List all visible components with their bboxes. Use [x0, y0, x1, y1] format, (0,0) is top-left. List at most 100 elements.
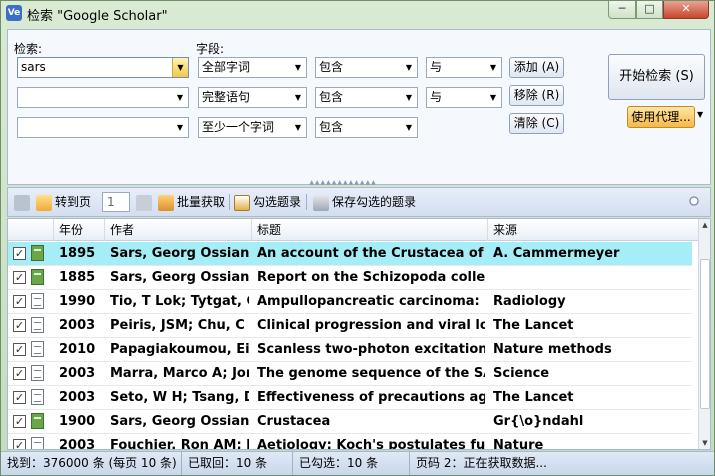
header-source[interactable]: 来源: [488, 219, 698, 241]
table-row[interactable]: ✓ 2003 Fouchier, Ron AM; K Aetiology: Koch'…: [8, 434, 692, 450]
row-checkbox[interactable]: ✓: [13, 271, 26, 284]
row-checkbox[interactable]: ✓: [13, 295, 26, 308]
search-term-input-3[interactable]: ▼: [17, 117, 189, 138]
header-author[interactable]: 作者: [105, 219, 252, 241]
document-icon: [31, 293, 44, 309]
splitter-grip[interactable]: ▲▲▲▲▲▲▲▲▲▲▲▲: [293, 180, 393, 186]
chevron-down-icon: ▼: [405, 123, 413, 132]
go-page-button[interactable]: [136, 188, 155, 216]
logic-select-2[interactable]: 与 ▼: [426, 87, 502, 108]
chevron-down-icon: ▼: [405, 93, 413, 102]
table-row[interactable]: ✓ 1885 Sars, Georg Ossian Report on the Sch…: [8, 266, 692, 290]
cell-author: Sars, Georg Ossian: [110, 270, 249, 285]
search-user-button[interactable]: [688, 188, 707, 216]
cell-source: A. Cammermeyer: [493, 246, 620, 261]
close-button[interactable]: ✕: [663, 1, 709, 19]
status-page: 页码 2：正在获取数据...: [416, 456, 547, 470]
minimize-button[interactable]: ─: [608, 1, 636, 19]
chevron-down-icon: ▼: [294, 63, 302, 72]
chevron-down-icon: ▼: [489, 93, 497, 102]
goto-page-button[interactable]: 转到页: [36, 188, 91, 216]
header-title[interactable]: 标题: [252, 219, 488, 241]
back-icon: [14, 194, 30, 211]
scroll-down-icon[interactable]: ▼: [699, 437, 710, 449]
cell-author: Marra, Marco A; Jor: [110, 366, 249, 381]
window-title: 检索 "Google Scholar": [27, 9, 168, 24]
operator-value: 包含: [319, 120, 344, 134]
table-row[interactable]: ✓ 1900 Sars, Georg Ossian Crustacea Gr{\o}nd…: [8, 410, 692, 434]
scroll-up-icon[interactable]: ▲: [699, 219, 710, 231]
row-checkbox[interactable]: ✓: [13, 391, 26, 404]
vertical-scrollbar[interactable]: ▲ ▼: [698, 219, 710, 449]
operator-select-3[interactable]: 包含 ▼: [315, 117, 418, 138]
chevron-down-icon[interactable]: ▼: [697, 110, 703, 119]
header-year[interactable]: 年份: [54, 219, 105, 241]
row-checkbox[interactable]: ✓: [13, 343, 26, 356]
use-proxy-button[interactable]: 使用代理...: [627, 106, 695, 128]
cell-source: Nature: [493, 438, 544, 450]
cell-year: 1895: [59, 246, 96, 261]
row-checkbox[interactable]: ✓: [13, 247, 26, 260]
chevron-down-icon[interactable]: ▼: [172, 58, 188, 77]
table-row[interactable]: ✓ 2003 Marra, Marco A; Jor The genome seque…: [8, 362, 692, 386]
table-row[interactable]: ✓ 2010 Papagiakoumou, Eir Scanless two-phot…: [8, 338, 692, 362]
operator-select-1[interactable]: 包含 ▼: [315, 57, 418, 78]
search-label: 检索:: [14, 42, 43, 56]
goto-icon: [36, 194, 52, 211]
remove-button[interactable]: 移除 (R): [509, 85, 564, 106]
page-number-input[interactable]: 1: [102, 192, 130, 212]
document-icon: [31, 317, 44, 333]
check-records-label: 勾选题录: [253, 195, 302, 209]
cell-title: Crustacea: [257, 414, 331, 429]
table-row[interactable]: ✓ 2003 Seto, W H; Tsang, D; Effectiveness o…: [8, 386, 692, 410]
app-logo-icon: Ve: [6, 5, 22, 21]
cell-year: 1885: [59, 270, 96, 285]
cell-source: Nature methods: [493, 342, 612, 357]
start-search-button[interactable]: 开始检索 (S): [608, 54, 705, 100]
add-button[interactable]: 添加 (A): [509, 57, 564, 78]
goto-page-label: 转到页: [55, 195, 92, 209]
cell-author: Sars, Georg Ossian: [110, 246, 249, 261]
table-row[interactable]: ✓ 1895 Sars, Georg Ossian An account of the…: [8, 242, 692, 266]
table-row[interactable]: ✓ 1990 Tio, T Lok; Tytgat, G Ampullopancrea…: [8, 290, 692, 314]
chevron-down-icon: ▼: [176, 93, 184, 102]
cell-year: 1900: [59, 414, 96, 429]
field-select-3[interactable]: 至少一个字词 ▼: [198, 117, 307, 138]
cell-year: 2003: [59, 390, 96, 405]
field-select-2[interactable]: 完整语句 ▼: [198, 87, 307, 108]
cell-title: Ampullopancreatic carcinoma: pr: [257, 294, 485, 309]
cell-author: Peiris, JSM; Chu, C ..: [110, 318, 249, 333]
check-records-button[interactable]: 勾选题录: [234, 188, 301, 216]
chevron-down-icon: ▼: [489, 63, 497, 72]
header-select: [8, 219, 54, 241]
operator-select-2[interactable]: 包含 ▼: [315, 87, 418, 108]
clear-button[interactable]: 清除 (C): [509, 113, 564, 134]
cell-year: 1990: [59, 294, 96, 309]
previous-page-button[interactable]: [14, 188, 33, 216]
cell-year: 2003: [59, 366, 96, 381]
batch-fetch-label: 批量获取: [177, 195, 226, 209]
maximize-button[interactable]: □: [636, 1, 663, 19]
row-checkbox[interactable]: ✓: [13, 439, 26, 449]
batch-icon: [158, 194, 174, 211]
search-term-input-1[interactable]: sars ▼: [17, 57, 189, 78]
cell-year: 2003: [59, 438, 96, 450]
chevron-down-icon: ▼: [405, 63, 413, 72]
field-select-value: 至少一个字词: [202, 120, 275, 134]
row-checkbox[interactable]: ✓: [13, 367, 26, 380]
search-term-input-2[interactable]: ▼: [17, 87, 189, 108]
cell-title: Aetiology: Koch's postulates fulfil: [257, 438, 485, 450]
row-checkbox[interactable]: ✓: [13, 415, 26, 428]
cell-title: Clinical progression and viral load: [257, 318, 485, 333]
batch-fetch-button[interactable]: 批量获取: [158, 188, 225, 216]
save-checked-button[interactable]: 保存勾选的题录: [313, 188, 416, 216]
book-icon: [31, 245, 44, 261]
row-checkbox[interactable]: ✓: [13, 319, 26, 332]
scroll-thumb[interactable]: [700, 259, 710, 409]
cell-author: Fouchier, Ron AM; K: [110, 438, 249, 450]
field-select-1[interactable]: 全部字词 ▼: [198, 57, 307, 78]
cell-author: Sars, Georg Ossian: [110, 414, 249, 429]
logic-select-1[interactable]: 与 ▼: [426, 57, 502, 78]
table-row[interactable]: ✓ 2003 Peiris, JSM; Chu, C .. Clinical prog…: [8, 314, 692, 338]
results-table: 年份 作者 标题 来源 ✓ 1895 Sars, Georg Ossian An ac…: [7, 218, 711, 450]
